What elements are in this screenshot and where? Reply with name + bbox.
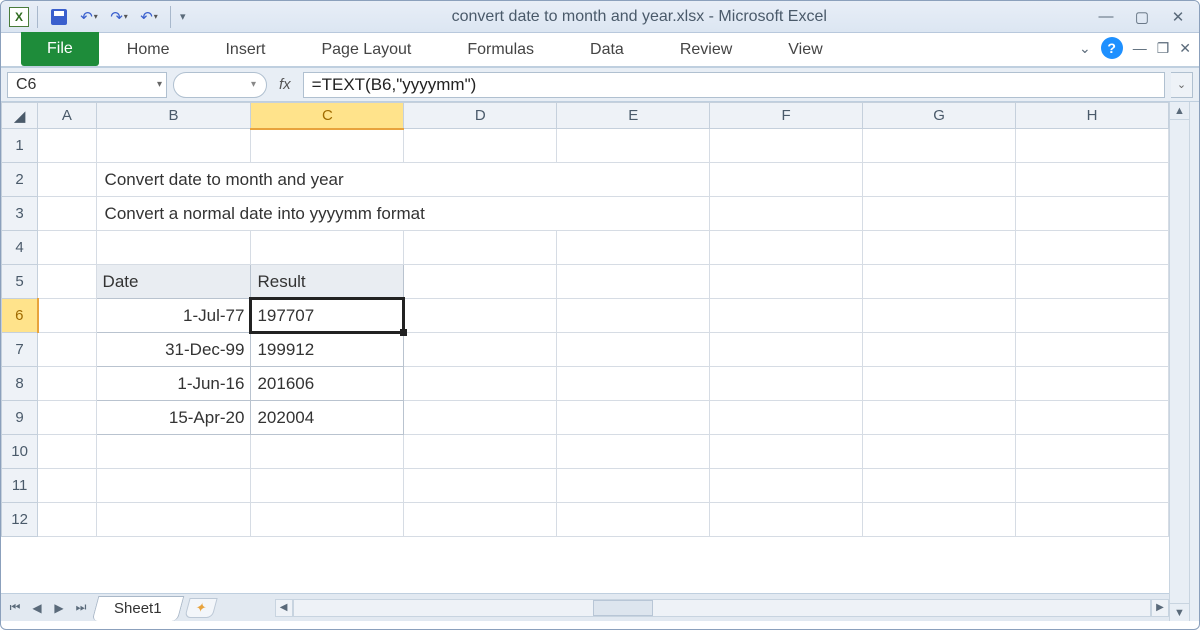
ribbon-minimize-icon[interactable]: ⌄ [1079,40,1091,57]
sheet-tab[interactable]: Sheet1 [92,596,184,621]
vscroll-down-button[interactable]: ▼ [1170,603,1189,621]
select-all-corner[interactable]: ◢ [2,103,38,129]
ribbon-tabs: File Home Insert Page Layout Formulas Da… [1,33,1199,68]
vertical-scrollbar[interactable]: ▲ ▼ [1169,102,1189,621]
next-sheet-button[interactable]: ▶ [49,598,69,618]
formula-bar: C6 ▾ ▾ fx =TEXT(B6,"yyyymm") ⌄ [1,68,1199,102]
redo-button[interactable]: ↷▾ [106,5,132,29]
window-min-icon[interactable]: ― [1133,40,1147,56]
tab-data[interactable]: Data [562,33,652,66]
tab-view[interactable]: View [760,33,850,66]
help-button[interactable]: ? [1101,37,1123,59]
col-header-g[interactable]: G [863,103,1016,129]
chevron-down-icon[interactable]: ▾ [157,79,162,90]
undo-icon: ↶ [80,8,93,26]
col-header-d[interactable]: D [404,103,557,129]
new-sheet-button[interactable]: ✦ [184,598,217,618]
redo-icon: ↷ [110,8,123,26]
excel-app-icon[interactable]: X [9,7,29,27]
tab-home[interactable]: Home [99,33,198,66]
grid-right-edge [1189,102,1199,621]
col-header-h[interactable]: H [1016,103,1169,129]
save-button[interactable] [46,5,72,29]
row-header[interactable]: 10 [2,435,38,469]
table-cell[interactable]: 199912 [251,333,404,367]
prev-sheet-button[interactable]: ◀ [27,598,47,618]
col-header-f[interactable]: F [710,103,863,129]
table-cell[interactable]: 1-Jul-77 [96,299,251,333]
hscroll-track[interactable] [293,599,1151,617]
cell-subtitle[interactable]: Convert a normal date into yyyymm format [96,197,710,231]
formula-expand-button[interactable]: ⌄ [1171,72,1193,98]
name-box-value: C6 [16,76,36,94]
window-title: convert date to month and year.xlsx - Mi… [186,8,1093,26]
row-header[interactable]: 4 [2,231,38,265]
tab-page-layout[interactable]: Page Layout [293,33,439,66]
undo-button[interactable]: ↶▾ [76,5,102,29]
fx-icon[interactable]: fx [279,76,291,93]
table-header-date[interactable]: Date [96,265,251,299]
row-header[interactable]: 2 [2,163,38,197]
vscroll-up-button[interactable]: ▲ [1170,102,1189,120]
col-header-a[interactable]: A [38,103,96,129]
undo-button-alt[interactable]: ↶▾ [136,5,162,29]
file-tab[interactable]: File [21,32,99,66]
table-cell[interactable]: 31-Dec-99 [96,333,251,367]
table-cell[interactable]: 1-Jun-16 [96,367,251,401]
save-icon [51,9,67,25]
table-cell[interactable]: 201606 [251,367,404,401]
spreadsheet-grid[interactable]: ◢ A B C D E F G H 1 2 Convert date to mon… [1,102,1169,537]
window-restore-icon[interactable]: ❐ [1157,40,1170,57]
row-header[interactable]: 6 [2,299,38,333]
row-header[interactable]: 7 [2,333,38,367]
cell-title[interactable]: Convert date to month and year [96,163,710,197]
chevron-down-icon[interactable]: ▾ [251,79,256,90]
hscroll-left-button[interactable]: ◀ [275,599,293,617]
row-header[interactable]: 3 [2,197,38,231]
row-header[interactable]: 8 [2,367,38,401]
row-header[interactable]: 1 [2,129,38,163]
chevron-down-icon[interactable]: ▾ [94,12,98,21]
row-header[interactable]: 12 [2,503,38,537]
tab-review[interactable]: Review [652,33,760,66]
formula-text: =TEXT(B6,"yyyymm") [312,75,477,95]
row-header[interactable]: 11 [2,469,38,503]
undo-icon: ↶ [140,8,153,26]
table-cell[interactable]: 15-Apr-20 [96,401,251,435]
tab-formulas[interactable]: Formulas [439,33,562,66]
fx-button-group: ▾ [173,72,267,98]
window-close-icon[interactable]: ✕ [1179,40,1191,57]
col-header-b[interactable]: B [96,103,251,129]
minimize-button[interactable]: ― [1093,8,1119,26]
table-header-result[interactable]: Result [251,265,404,299]
formula-input[interactable]: =TEXT(B6,"yyyymm") [303,72,1165,98]
close-button[interactable]: ✕ [1165,8,1191,26]
sheet-tab-bar: ⏮ ◀ ▶ ⏭ Sheet1 ✦ ◀ ▶ [1,593,1169,621]
chevron-down-icon[interactable]: ▾ [124,12,128,21]
row-header[interactable]: 5 [2,265,38,299]
active-cell[interactable]: 197707 [251,299,404,333]
first-sheet-button[interactable]: ⏮ [5,598,25,618]
tab-insert[interactable]: Insert [197,33,293,66]
table-cell[interactable]: 202004 [251,401,404,435]
hscroll-right-button[interactable]: ▶ [1151,599,1169,617]
title-bar: X ↶▾ ↷▾ ↶▾ ▾ convert date to month and y… [1,1,1199,33]
col-header-e[interactable]: E [557,103,710,129]
chevron-down-icon[interactable]: ▾ [154,12,158,21]
row-header[interactable]: 9 [2,401,38,435]
col-header-c[interactable]: C [251,103,404,129]
maximize-button[interactable]: ▢ [1129,8,1155,26]
hscroll-thumb[interactable] [593,600,653,616]
last-sheet-button[interactable]: ⏭ [71,598,91,618]
sheet-tab-label: Sheet1 [114,600,162,617]
name-box[interactable]: C6 ▾ [7,72,167,98]
